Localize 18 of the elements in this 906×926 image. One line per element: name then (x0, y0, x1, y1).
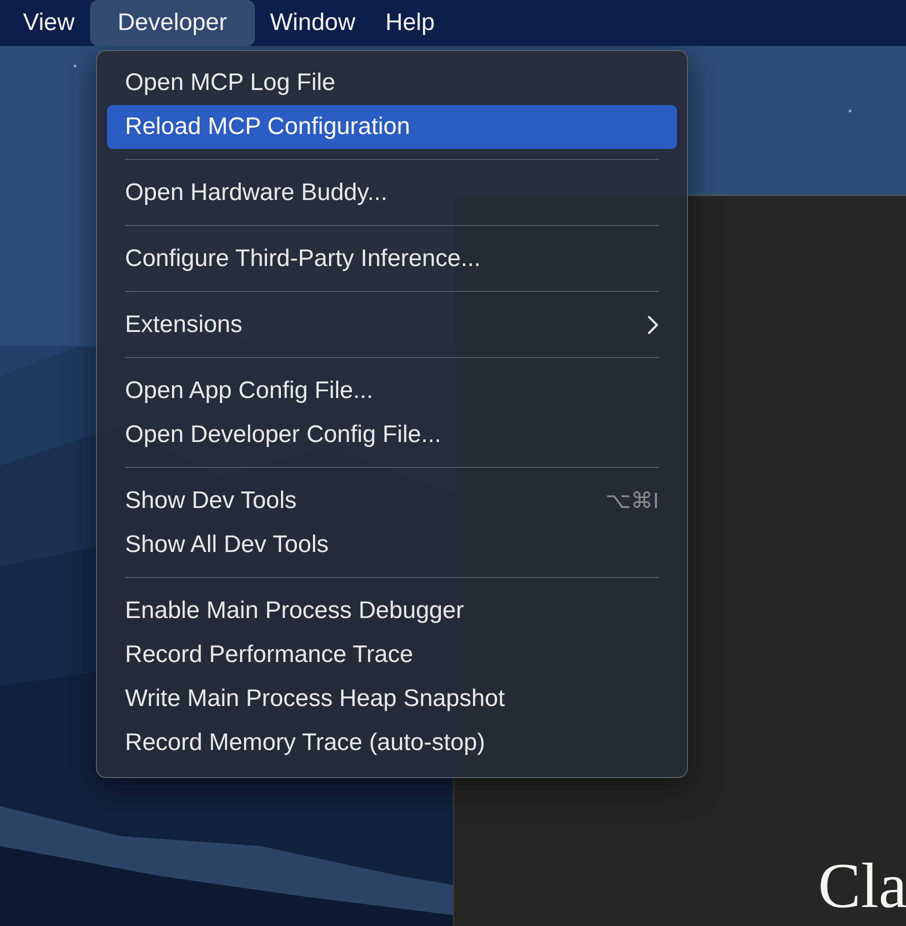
menu-item[interactable]: Record Performance Trace (107, 633, 677, 677)
menu-bar-item[interactable]: Developer (90, 0, 255, 46)
menu-item[interactable]: Show All Dev Tools (107, 523, 677, 567)
menu-item[interactable]: Record Memory Trace (auto-stop) (107, 721, 677, 765)
menu-bar-item[interactable]: View (8, 0, 90, 46)
menu-item[interactable]: Open Developer Config File... (107, 413, 677, 457)
menu-item[interactable]: Configure Third-Party Inference... (107, 237, 677, 281)
menu-bar-item[interactable]: Window (255, 0, 370, 46)
menu-item[interactable]: Show Dev Tools ⌥⌘I (107, 479, 677, 523)
menu-item[interactable]: Open Hardware Buddy... (107, 171, 677, 215)
menu-item[interactable]: Enable Main Process Debugger (107, 589, 677, 633)
chevron-right-icon (647, 315, 659, 335)
menu-item[interactable]: Write Main Process Heap Snapshot (107, 677, 677, 721)
menu-item[interactable]: Open MCP Log File (107, 61, 677, 105)
menu-item[interactable]: Reload MCP Configuration (107, 105, 677, 149)
menu-bar-item[interactable]: Help (370, 0, 450, 46)
menu-item[interactable]: Open App Config File... (107, 369, 677, 413)
menu-item[interactable]: Extensions (107, 303, 677, 347)
